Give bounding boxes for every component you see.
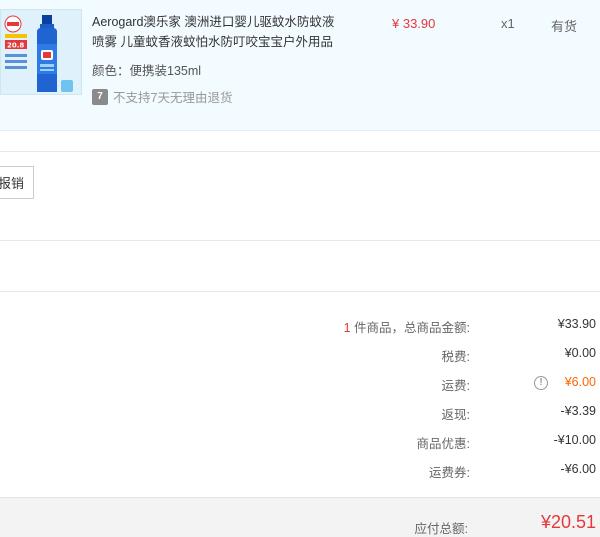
- product-price: ¥ 33.90: [392, 16, 436, 31]
- no-return-notice: 7 不支持7天无理由退货: [92, 87, 232, 106]
- cashback-value: -¥3.39: [560, 404, 596, 418]
- divider: [0, 240, 600, 241]
- shipping-coupon-value: -¥6.00: [560, 462, 596, 476]
- goods-amount-value: ¥33.90: [557, 317, 596, 331]
- shipping-coupon-label: 运费券:: [429, 466, 470, 480]
- spec-label: 颜色：: [92, 64, 130, 78]
- summary-row-tax: 税费: ¥0.00: [0, 346, 600, 366]
- svg-text:20.8: 20.8: [7, 42, 24, 50]
- tax-value: ¥0.00: [564, 346, 596, 360]
- seven-day-return-icon: 7: [92, 88, 108, 105]
- reimburse-button[interactable]: 报销: [0, 166, 34, 199]
- total-value: ¥20.51: [540, 512, 596, 532]
- product-item: 20.8 Aerogard澳乐家 澳洲进口婴儿驱蚊水防蚊液喷雾 儿童蚊香液蚊怕水…: [0, 0, 600, 131]
- product-thumbnail[interactable]: 20.8: [0, 9, 82, 95]
- divider: [0, 291, 600, 292]
- discount-label: 商品优惠:: [416, 437, 470, 451]
- total-label: 应付总额:: [414, 522, 468, 536]
- cashback-label: 返现:: [441, 408, 470, 422]
- no-return-text: 不支持7天无理由退货: [113, 91, 233, 105]
- shipping-label: 运费:: [441, 379, 470, 393]
- product-quantity: x1: [501, 16, 515, 31]
- summary-row-goods: 1 件商品，总商品金额: ¥33.90: [0, 317, 600, 337]
- product-spec: 颜色：便携装135ml: [92, 60, 201, 79]
- shipping-value: ¥6.00: [564, 375, 596, 389]
- stock-status: 有货: [551, 19, 578, 34]
- total-bar: 应付总额: ¥20.51: [0, 497, 600, 537]
- product-bottle-image: 20.8: [1, 10, 81, 94]
- summary-row-cashback: 返现: -¥3.39: [0, 404, 600, 424]
- tax-label: 税费:: [441, 350, 470, 364]
- goods-amount-label: 1 件商品，总商品金额:: [343, 321, 470, 335]
- info-icon[interactable]: !: [534, 376, 548, 390]
- divider: [0, 151, 600, 152]
- item-count: 1: [343, 321, 351, 335]
- summary-row-shipping: 运费: ! ¥6.00: [0, 375, 600, 395]
- spec-value: 便携装135ml: [129, 64, 202, 78]
- summary-row-shipping-coupon: 运费券: -¥6.00: [0, 462, 600, 482]
- discount-value: -¥10.00: [553, 433, 596, 447]
- product-title[interactable]: Aerogard澳乐家 澳洲进口婴儿驱蚊水防蚊液喷雾 儿童蚊香液蚊怕水防叮咬宝宝…: [92, 12, 342, 52]
- summary-row-discount: 商品优惠: -¥10.00: [0, 433, 600, 453]
